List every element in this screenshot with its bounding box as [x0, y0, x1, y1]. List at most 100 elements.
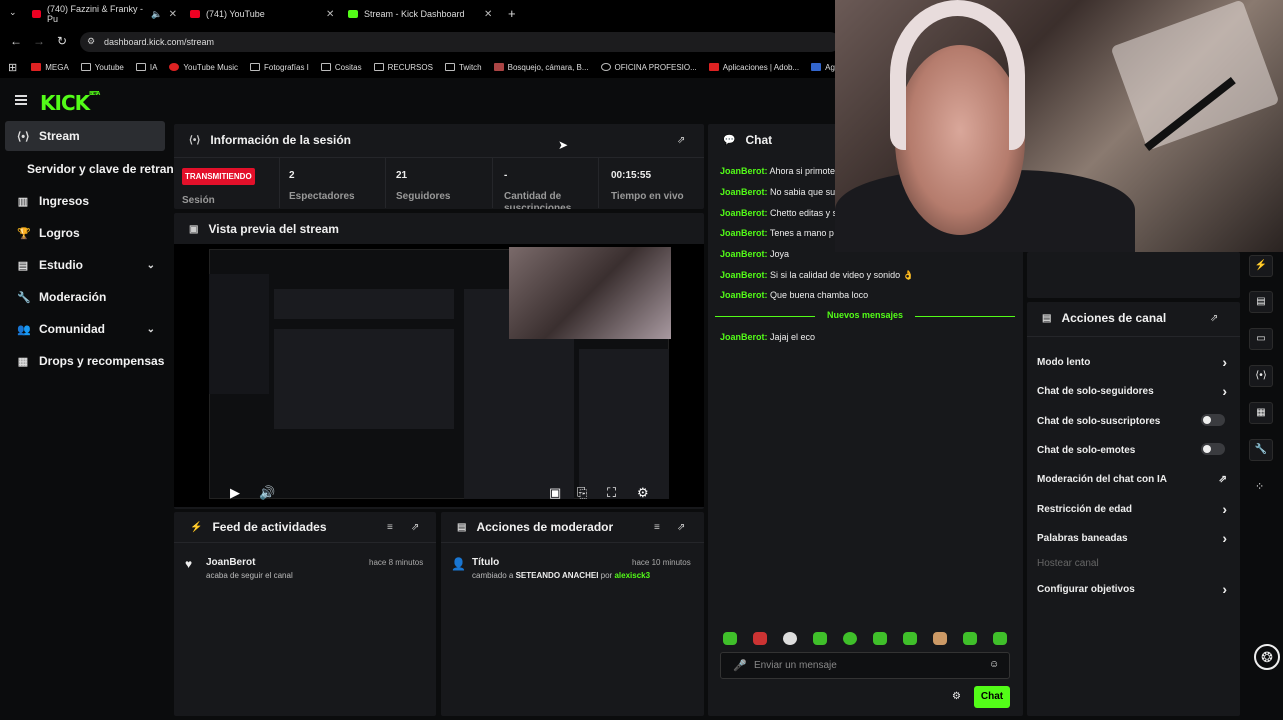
- action-followers-only[interactable]: Chat de solo-seguidores ›: [1037, 383, 1227, 399]
- forward-icon[interactable]: →: [33, 34, 45, 48]
- emote[interactable]: [993, 632, 1007, 645]
- filter-icon[interactable]: ≡: [387, 522, 393, 533]
- play-icon[interactable]: ▶: [230, 485, 240, 501]
- theater-mode-icon[interactable]: ▣: [549, 485, 561, 501]
- sidebar-item-comunidad[interactable]: 👥 Comunidad ⌄: [5, 314, 165, 344]
- close-tab-icon[interactable]: ✕: [326, 9, 334, 20]
- chat-bubble-icon[interactable]: ▭: [1249, 328, 1273, 350]
- action-banned-words[interactable]: Palabras baneadas ›: [1037, 530, 1227, 546]
- chat-message[interactable]: JoanBerot: Jajaj el eco: [720, 332, 815, 342]
- bookmark[interactable]: Fotografías I: [249, 63, 309, 72]
- chat-message[interactable]: JoanBerot: Tenes a mano p: [720, 228, 834, 238]
- bookmark[interactable]: RECURSOS: [373, 63, 433, 72]
- send-chat-button[interactable]: Chat: [974, 686, 1010, 708]
- clipboard-icon[interactable]: ▦: [1249, 402, 1273, 424]
- emote[interactable]: [843, 632, 857, 645]
- action-slow-mode[interactable]: Modo lento ›: [1037, 354, 1227, 370]
- broadcast-icon[interactable]: ⟨•⟩: [1249, 365, 1273, 387]
- browser-tab-3-active[interactable]: Stream - Kick Dashboard ✕: [348, 3, 493, 25]
- site-info-icon[interactable]: ⚙: [87, 36, 95, 47]
- document-icon[interactable]: ▤: [1249, 291, 1273, 313]
- emote[interactable]: [933, 632, 947, 645]
- sketch-icon: [493, 63, 504, 71]
- speaker-icon[interactable]: 🔈: [151, 9, 162, 20]
- wrench-icon[interactable]: 🔧: [1249, 439, 1273, 461]
- emote[interactable]: [723, 632, 737, 645]
- close-tab-icon[interactable]: ✕: [484, 9, 492, 20]
- action-age-restriction[interactable]: Restricción de edad ›: [1037, 501, 1227, 517]
- chat-message[interactable]: JoanBerot: Chetto editas y s: [720, 208, 837, 218]
- kick-logo[interactable]: KICKBETA: [40, 91, 100, 115]
- sidebar-item-drops[interactable]: ▦ Drops y recompensas: [5, 346, 165, 376]
- sidebar-item-stream[interactable]: ⟨•⟩ Stream: [5, 121, 165, 151]
- settings-gear-icon[interactable]: ⚙: [637, 485, 649, 501]
- bookmark[interactable]: Bosquejo, cámara, B...: [493, 63, 589, 72]
- action-goals[interactable]: Configurar objetivos ›: [1037, 581, 1227, 597]
- sidebar-item-label: Comunidad: [39, 322, 105, 336]
- bolt-icon[interactable]: ⚡: [1249, 255, 1273, 277]
- panel-title: Acciones de canal: [1061, 311, 1167, 325]
- microphone-icon[interactable]: 🎤: [733, 659, 747, 672]
- clip-icon[interactable]: ⎘: [577, 485, 587, 501]
- chat-message[interactable]: JoanBerot: Joya: [720, 249, 789, 259]
- close-tab-icon[interactable]: ✕: [169, 9, 177, 20]
- fullscreen-icon[interactable]: ⛶: [607, 485, 616, 501]
- popout-icon[interactable]: ⇗: [677, 522, 685, 533]
- chevron-right-icon: ›: [1222, 581, 1227, 597]
- stream-preview-video[interactable]: ▶ 🔊 ▣ ⎘ ⛶ ⚙: [174, 244, 704, 507]
- popout-icon[interactable]: ⇗: [411, 522, 419, 533]
- chat-message[interactable]: JoanBerot: No sabia que su: [720, 187, 835, 197]
- url-field[interactable]: dashboard.kick.com/stream: [80, 32, 840, 52]
- sidebar-item-ingresos[interactable]: ▥ Ingresos: [5, 186, 165, 216]
- chat-message[interactable]: JoanBerot: Que buena chamba loco: [720, 290, 868, 300]
- sidebar-item-moderacion[interactable]: 🔧 Moderación: [5, 282, 165, 312]
- back-icon[interactable]: ←: [10, 34, 22, 48]
- browser-tab-1[interactable]: (740) Fazzini & Franky - Pu 🔈 ✕: [32, 3, 177, 25]
- bookmark[interactable]: Ag: [811, 63, 835, 72]
- chat-settings-icon[interactable]: ⚙: [952, 691, 961, 702]
- bookmark[interactable]: IA: [135, 63, 157, 72]
- browser-tab-2[interactable]: (741) YouTube ✕: [190, 3, 335, 25]
- bookmark[interactable]: Cositas: [320, 63, 362, 72]
- apps-grid-icon[interactable]: ⊞: [8, 61, 17, 74]
- filter-icon[interactable]: ≡: [654, 522, 660, 533]
- new-messages-divider[interactable]: Nuevos mensajes: [715, 310, 1015, 322]
- sidebar-item-estudio[interactable]: ▤ Estudio ⌄: [5, 250, 165, 280]
- bookmark[interactable]: Youtube: [80, 63, 124, 72]
- folder-icon: [249, 63, 260, 71]
- bookmark[interactable]: YouTube Music: [169, 63, 238, 72]
- assistant-icon[interactable]: ❂: [1254, 644, 1280, 670]
- emoji-icon[interactable]: ☺: [989, 659, 999, 670]
- sidebar-item-logros[interactable]: 🏆 Logros: [5, 218, 165, 248]
- new-tab-icon[interactable]: +: [508, 6, 516, 21]
- subscribers-only-toggle[interactable]: [1201, 414, 1225, 426]
- apps-icon[interactable]: ⁘: [1255, 480, 1264, 493]
- tab-list-chevron-icon[interactable]: ⌄: [9, 7, 17, 18]
- action-label: Restricción de edad: [1037, 504, 1133, 515]
- emote[interactable]: [783, 632, 797, 645]
- emote[interactable]: [813, 632, 827, 645]
- mod-action-moderator[interactable]: alexisck3: [614, 571, 650, 580]
- action-ai-moderation[interactable]: Moderación del chat con IA ⇗: [1037, 474, 1227, 485]
- chat-message-input[interactable]: Enviar un mensaje: [720, 652, 1010, 679]
- emotes-only-toggle[interactable]: [1201, 443, 1225, 455]
- feed-username[interactable]: JoanBerot: [206, 557, 255, 568]
- volume-icon[interactable]: 🔊: [259, 485, 275, 501]
- emote[interactable]: [903, 632, 917, 645]
- emote[interactable]: [753, 632, 767, 645]
- emote[interactable]: [873, 632, 887, 645]
- menu-icon[interactable]: [15, 95, 27, 105]
- popout-icon[interactable]: ⇗: [677, 135, 685, 146]
- chat-message[interactable]: JoanBerot: Ahora si primote: [720, 166, 835, 176]
- bookmark[interactable]: MEGA: [31, 63, 69, 72]
- popout-icon[interactable]: ⇗: [1210, 313, 1218, 324]
- bookmark[interactable]: Aplicaciones | Adob...: [708, 63, 799, 72]
- chat-message[interactable]: JoanBerot: Si si la calidad de video y s…: [720, 270, 914, 281]
- bookmark[interactable]: OFICINA PROFESIO...: [600, 63, 697, 72]
- reload-icon[interactable]: ↻: [57, 34, 67, 48]
- sidebar-item-server-key[interactable]: Servidor y clave de retransm: [5, 154, 175, 184]
- chat-username: JoanBerot:: [720, 187, 768, 197]
- emote[interactable]: [963, 632, 977, 645]
- bookmark[interactable]: Twitch: [444, 63, 482, 72]
- folder-icon: [135, 63, 146, 71]
